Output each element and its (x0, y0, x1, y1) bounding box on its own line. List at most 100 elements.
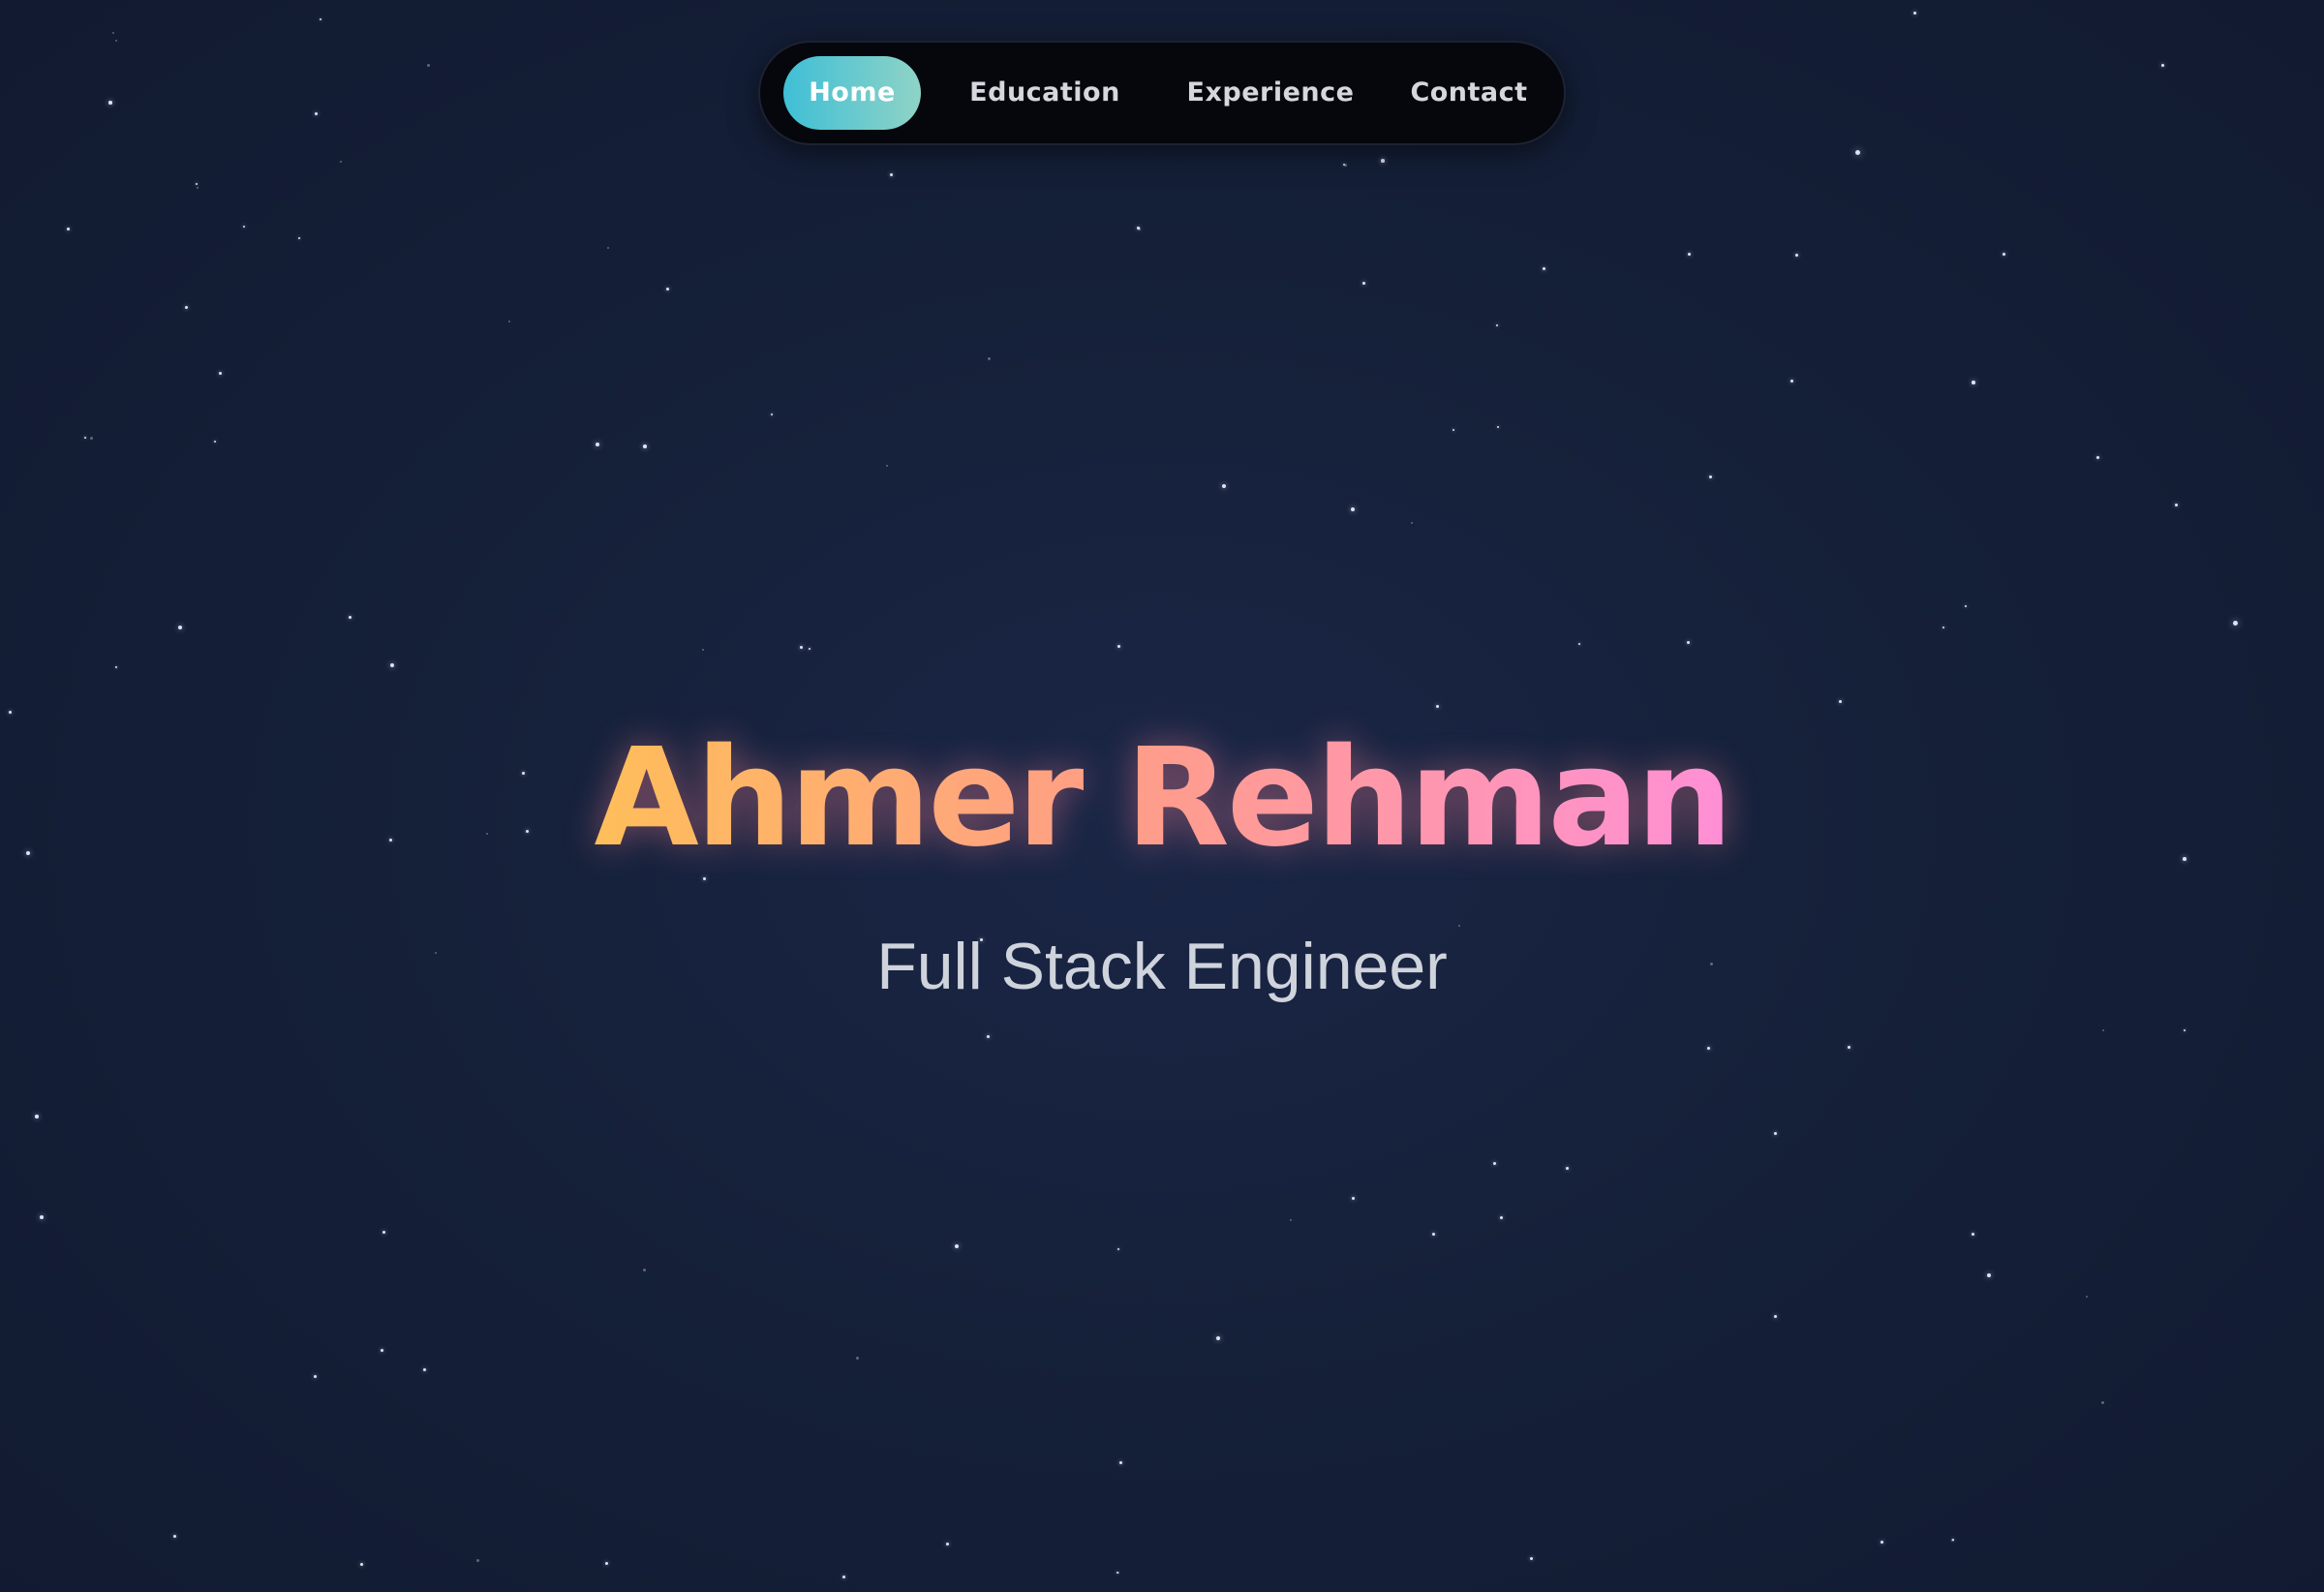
star-dot (2100, 1400, 2104, 1404)
star-dot (1950, 1538, 1954, 1542)
star-dot (1116, 644, 1120, 648)
star-dot (172, 1534, 176, 1538)
star-dot (83, 436, 87, 440)
star-dot (35, 1115, 39, 1118)
star-dot (885, 464, 889, 468)
star-dot (297, 236, 301, 240)
star-dot (507, 320, 511, 323)
nav-item-home[interactable]: Home (783, 56, 921, 130)
star-dot (1137, 227, 1141, 230)
star-dot (348, 615, 352, 619)
hero-subtitle: Full Stack Engineer (876, 930, 1448, 1003)
star-dot (475, 1558, 479, 1562)
star-dot (2183, 1028, 2186, 1032)
star-dot (701, 648, 705, 652)
star-dot (1435, 704, 1439, 708)
star-dot (1773, 1131, 1777, 1135)
star-dot (1361, 281, 1365, 285)
star-dot (1987, 1273, 1991, 1277)
star-dot (1542, 266, 1545, 270)
star-dot (604, 1561, 608, 1565)
star-dot (314, 111, 318, 115)
star-dot (1216, 1336, 1220, 1340)
star-dot (313, 1374, 317, 1378)
star-dot (1222, 484, 1226, 488)
star-dot (2160, 63, 2164, 67)
star-dot (390, 663, 394, 667)
star-dot (89, 436, 93, 440)
star-dot (1116, 1247, 1120, 1251)
star-dot (111, 31, 115, 35)
star-dot (8, 710, 12, 714)
star-dot (1410, 521, 1414, 525)
star-dot (218, 371, 222, 375)
star-dot (2085, 1295, 2089, 1299)
star-dot (1972, 381, 1975, 384)
star-dot (1964, 604, 1968, 608)
star-dot (1789, 379, 1793, 383)
star-dot (665, 287, 669, 291)
star-dot (114, 665, 118, 669)
star-dot (195, 182, 199, 186)
star-dot (1577, 642, 1581, 646)
star-dot (1496, 425, 1500, 429)
star-dot (1686, 640, 1690, 644)
star-dot (1118, 1460, 1122, 1464)
star-dot (178, 626, 182, 629)
star-dot (987, 356, 991, 360)
star-dot (380, 1348, 383, 1352)
star-dot (1431, 1232, 1435, 1236)
star-dot (184, 305, 188, 309)
star-dot (1706, 1046, 1710, 1050)
star-dot (40, 1215, 44, 1219)
star-dot (1794, 253, 1798, 257)
star-dot (1492, 1161, 1496, 1165)
star-dot (382, 1230, 385, 1234)
star-dot (606, 246, 610, 250)
star-dot (1912, 11, 1916, 15)
star-dot (339, 160, 343, 164)
star-dot (799, 645, 803, 649)
star-dot (1687, 252, 1691, 256)
star-dot (2101, 1028, 2105, 1032)
star-dot (213, 440, 217, 444)
star-dot (1116, 1571, 1119, 1575)
star-dot (422, 1367, 426, 1371)
star-dot (319, 17, 322, 21)
star-dot (359, 1562, 363, 1566)
star-dot (643, 444, 647, 448)
star-dot (242, 225, 246, 229)
star-dot (1951, 1538, 1955, 1542)
star-dot (1495, 323, 1499, 327)
star-dot (808, 647, 811, 651)
star-dot (1351, 1196, 1355, 1200)
star-dot (114, 39, 118, 43)
star-dot (1529, 1556, 1533, 1560)
star-dot (855, 1356, 859, 1360)
star-dot (642, 1268, 646, 1271)
star-dot (2232, 620, 2238, 626)
star-dot (955, 1244, 959, 1248)
nav-item-experience[interactable]: Experience (1161, 56, 1380, 130)
star-dot (1289, 1218, 1293, 1222)
star-dot (770, 413, 774, 416)
star-dot (66, 227, 70, 230)
star-dot (1343, 163, 1347, 167)
star-dot (1708, 475, 1712, 478)
star-dot (1942, 626, 1945, 629)
nav-item-contact[interactable]: Contact (1391, 56, 1546, 130)
star-dot (945, 1542, 949, 1546)
star-dot (841, 1575, 845, 1578)
star-dot (889, 172, 893, 176)
star-dot (1499, 1215, 1503, 1219)
star-dot (2095, 455, 2099, 459)
star-dot (986, 1034, 990, 1038)
star-dot (196, 186, 199, 190)
star-dot (1880, 1540, 1883, 1544)
star-dot (1854, 149, 1860, 155)
star-dot (1136, 226, 1140, 230)
hero-name-text: Ahmer Rehman (594, 719, 1732, 877)
star-dot (426, 63, 430, 67)
nav-item-education[interactable]: Education (938, 56, 1151, 130)
star-dot (2174, 503, 2178, 506)
